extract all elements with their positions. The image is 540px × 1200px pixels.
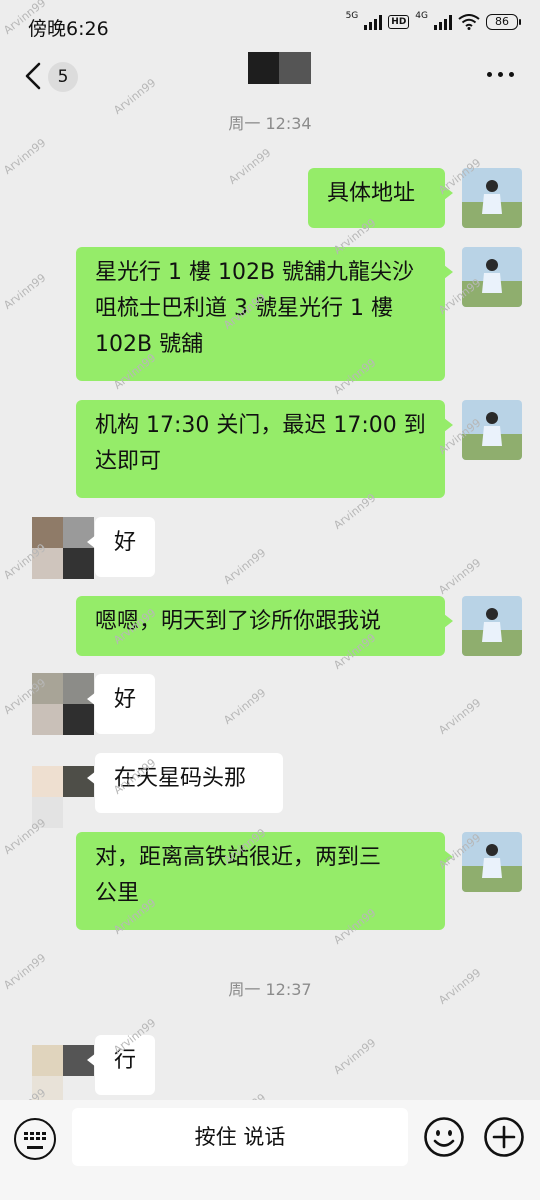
unread-count-badge[interactable]: 5	[48, 62, 78, 92]
input-bar: 按住 说话	[0, 1100, 540, 1200]
contact-avatar[interactable]	[32, 517, 94, 579]
message-line: 对，距离高铁站很近，两到三	[95, 845, 382, 870]
message-text: 在天星码头那	[114, 766, 247, 791]
message-text: 好	[114, 687, 137, 712]
message-bubble-received[interactable]: 好	[87, 674, 155, 734]
more-dots-icon[interactable]	[487, 72, 514, 77]
network-5g-label: 5G	[345, 11, 359, 21]
watermark: Arvinn99	[1, 136, 49, 177]
contact-avatar[interactable]	[32, 766, 94, 828]
status-time: 傍晚6:26	[28, 18, 109, 40]
chat-header: 5	[0, 50, 540, 105]
signal-icon	[364, 14, 383, 30]
watermark: Arvinn99	[436, 556, 484, 597]
battery-icon: 86	[486, 14, 521, 30]
watermark: Arvinn99	[221, 686, 269, 727]
message-line: 102B 號舖	[95, 332, 204, 357]
message-bubble-received[interactable]: 在天星码头那	[87, 753, 283, 813]
message-bubble-sent[interactable]: 机构 17:30 关门，最迟 17:00 到 达即可	[76, 400, 453, 498]
chat-title-redacted	[248, 52, 311, 84]
contact-avatar[interactable]	[32, 1045, 94, 1107]
chevron-left-icon[interactable]	[22, 62, 46, 90]
message-line: 咀梳士巴利道 3 號星光行 1 樓	[95, 296, 393, 321]
status-bar: 傍晚6:26 5G HD 4G 86	[0, 0, 540, 50]
my-avatar[interactable]	[462, 168, 522, 228]
hold-to-talk-button[interactable]: 按住 说话	[72, 1108, 408, 1166]
message-bubble-sent[interactable]: 星光行 1 樓 102B 號舖九龍尖沙 咀梳士巴利道 3 號星光行 1 樓 10…	[76, 247, 453, 381]
watermark: Arvinn99	[226, 146, 274, 187]
network-4g-label: 4G	[415, 11, 428, 21]
message-text: 嗯嗯，明天到了诊所你跟我说	[95, 609, 382, 634]
status-icons: 5G HD 4G 86	[345, 11, 521, 30]
watermark: Arvinn99	[436, 696, 484, 737]
message-text: 行	[114, 1048, 137, 1073]
emoji-icon[interactable]	[423, 1116, 465, 1158]
message-bubble-sent[interactable]: 对，距离高铁站很近，两到三 公里	[76, 832, 453, 930]
watermark: Arvinn99	[221, 546, 269, 587]
message-bubble-received[interactable]: 好	[87, 517, 155, 577]
contact-avatar[interactable]	[32, 673, 94, 735]
message-line: 机构 17:30 关门，最迟 17:00 到	[95, 413, 426, 438]
message-line: 星光行 1 樓 102B 號舖九龍尖沙	[95, 260, 415, 285]
message-bubble-sent[interactable]: 嗯嗯，明天到了诊所你跟我说	[76, 596, 453, 656]
message-text: 好	[114, 530, 137, 555]
plus-icon[interactable]	[483, 1116, 525, 1158]
watermark: Arvinn99	[1, 271, 49, 312]
timestamp: 周一 12:37	[228, 980, 312, 999]
message-line: 达即可	[95, 449, 162, 474]
message-line: 公里	[95, 881, 140, 906]
message-bubble-received[interactable]: 行	[87, 1035, 155, 1095]
my-avatar[interactable]	[462, 596, 522, 656]
my-avatar[interactable]	[462, 400, 522, 460]
keyboard-icon[interactable]	[14, 1118, 56, 1160]
message-bubble-sent[interactable]: 具体地址	[308, 168, 453, 228]
hd-icon: HD	[388, 15, 410, 29]
my-avatar[interactable]	[462, 247, 522, 307]
timestamp: 周一 12:34	[228, 114, 312, 133]
watermark: Arvinn99	[331, 1036, 379, 1077]
wifi-icon	[458, 14, 480, 30]
message-text: 具体地址	[327, 181, 416, 206]
my-avatar[interactable]	[462, 832, 522, 892]
signal-icon-2	[434, 14, 452, 30]
